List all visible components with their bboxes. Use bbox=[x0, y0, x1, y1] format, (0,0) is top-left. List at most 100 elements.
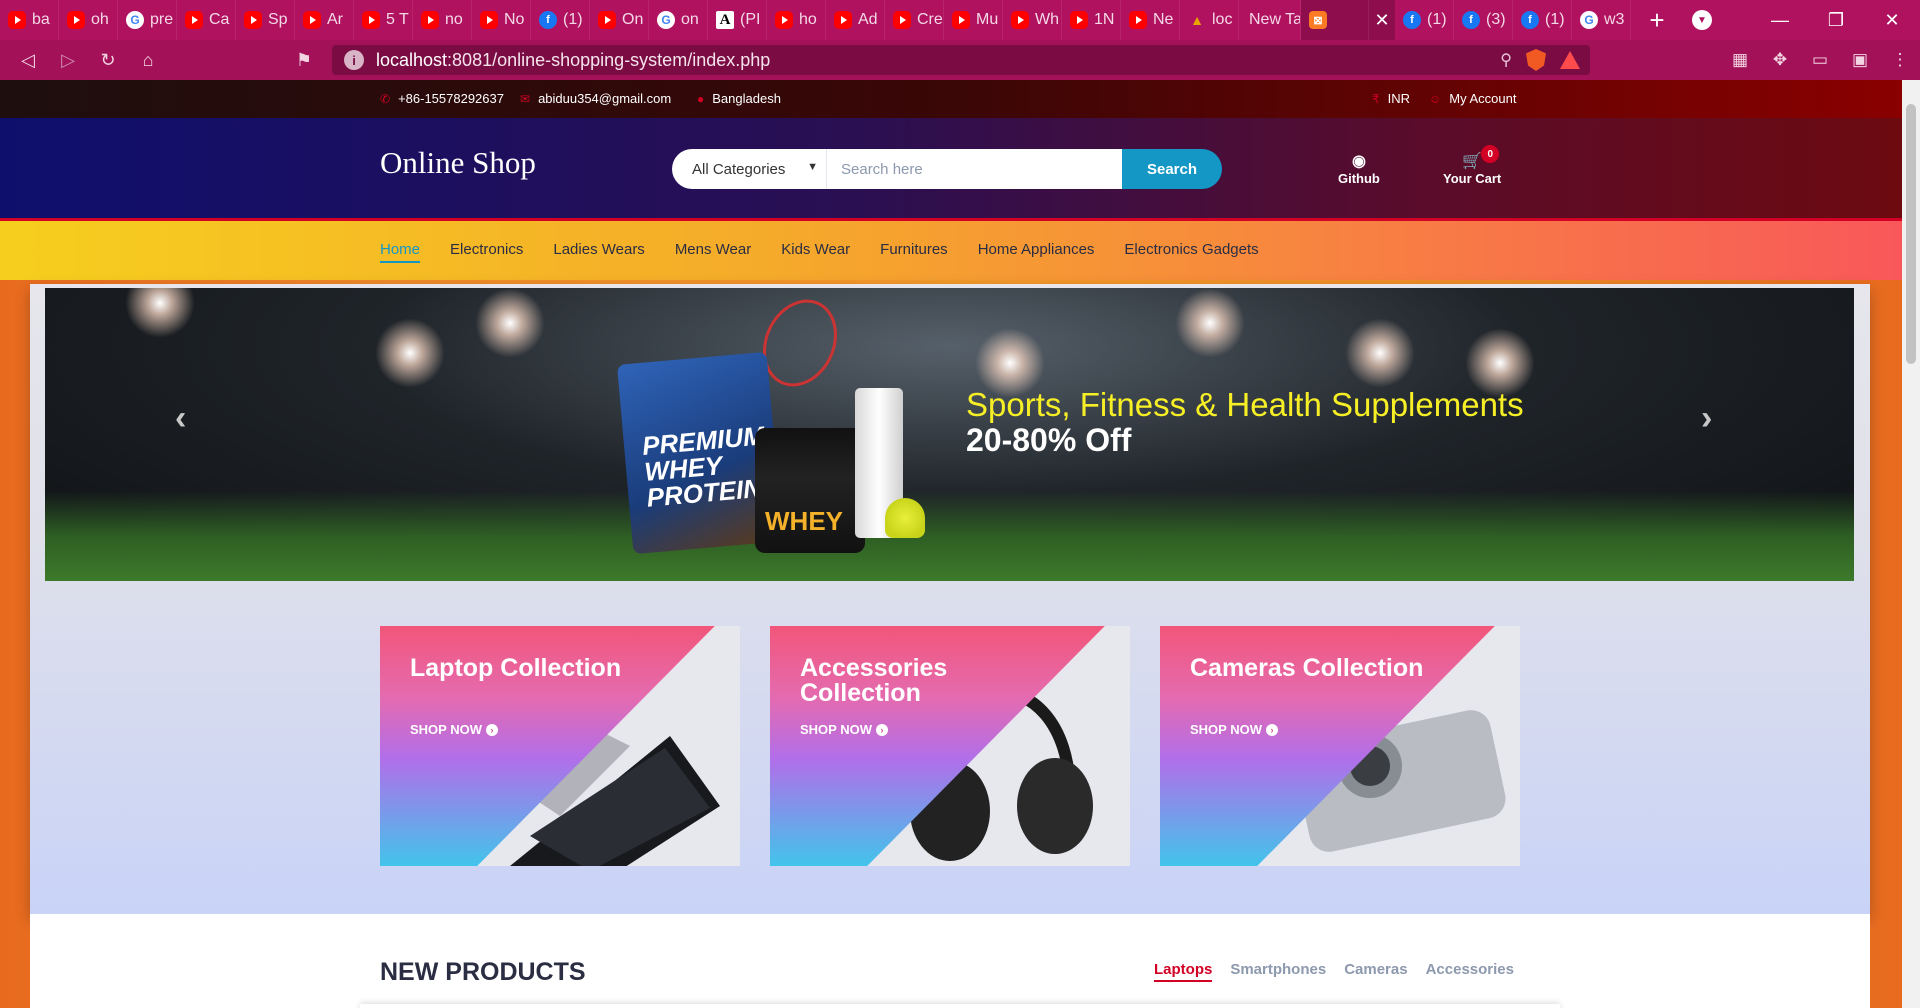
restore-icon[interactable]: ❐ bbox=[1808, 0, 1864, 40]
page-scrollbar[interactable] bbox=[1902, 80, 1920, 1008]
browser-tab[interactable]: Mu bbox=[944, 0, 1003, 40]
browser-tab[interactable]: Cre bbox=[885, 0, 944, 40]
tab-label: (3) bbox=[1486, 11, 1506, 28]
home-icon[interactable]: ⌂ bbox=[128, 40, 168, 80]
browser-tab[interactable]: f (1) bbox=[1513, 0, 1572, 40]
page-content: PREMIUM WHEY PROTEIN+ WHEY Sports, Fitne… bbox=[30, 284, 1870, 914]
browser-tab[interactable]: Ca bbox=[177, 0, 236, 40]
location-info[interactable]: ● Bangladesh bbox=[697, 91, 781, 106]
url-text: localhost:8081/online-shopping-system/in… bbox=[376, 49, 771, 70]
browser-tab[interactable]: Gw3 bbox=[1572, 0, 1631, 40]
back-icon[interactable]: ◁ bbox=[8, 40, 48, 80]
section-title: NEW PRODUCTS bbox=[380, 958, 586, 986]
tab-label: 5 T bbox=[386, 11, 409, 28]
shop-now-link[interactable]: SHOP NOW › bbox=[1190, 722, 1278, 737]
nav-item-home-appliances[interactable]: Home Appliances bbox=[978, 241, 1095, 263]
nav-item-mens-wear[interactable]: Mens Wear bbox=[675, 241, 751, 263]
tab-new-tab[interactable]: New Ta bbox=[1239, 0, 1301, 40]
address-bar[interactable]: i localhost:8081/online-shopping-system/… bbox=[332, 45, 1590, 75]
phone-icon: ✆ bbox=[380, 91, 391, 106]
browser-tab[interactable]: Gpre bbox=[118, 0, 177, 40]
zoom-icon[interactable]: ⚲ bbox=[1500, 50, 1512, 70]
youtube-icon bbox=[952, 11, 970, 29]
reload-icon[interactable]: ↻ bbox=[88, 40, 128, 80]
rupee-icon: ₹ bbox=[1372, 91, 1380, 106]
wallet-icon[interactable]: ▣ bbox=[1840, 40, 1880, 80]
browser-tab[interactable]: No bbox=[472, 0, 531, 40]
close-window-icon[interactable]: ✕ bbox=[1864, 0, 1920, 40]
browser-tab[interactable]: ba bbox=[0, 0, 59, 40]
nav-item-kids-wear[interactable]: Kids Wear bbox=[781, 241, 850, 263]
close-tab-icon[interactable]: ✕ bbox=[1369, 0, 1395, 40]
sidebar-icon[interactable]: ▭ bbox=[1800, 40, 1840, 80]
brave-shields-icon[interactable] bbox=[1526, 49, 1546, 71]
browser-tab[interactable]: ho bbox=[767, 0, 826, 40]
browser-tab[interactable]: Ad bbox=[826, 0, 885, 40]
tab-active[interactable]: ⊠ bbox=[1301, 0, 1369, 40]
cart-link[interactable]: 🛒 Your Cart 0 bbox=[1443, 145, 1501, 186]
tab-label: 1N bbox=[1094, 11, 1115, 28]
extensions-puzzle-icon[interactable]: ✥ bbox=[1760, 40, 1800, 80]
youtube-icon bbox=[1011, 11, 1029, 29]
slider-prev-icon[interactable]: ‹ bbox=[175, 399, 186, 438]
tab-cameras[interactable]: Cameras bbox=[1344, 961, 1407, 982]
bookmark-icon[interactable]: ⚑ bbox=[284, 40, 324, 80]
tab-search-icon[interactable]: ▼ bbox=[1692, 10, 1712, 30]
nav-item-furnitures[interactable]: Furnitures bbox=[880, 241, 948, 263]
shop-now-link[interactable]: SHOP NOW › bbox=[800, 722, 888, 737]
browser-tab[interactable]: oh bbox=[59, 0, 118, 40]
browser-tab[interactable]: Ne bbox=[1121, 0, 1180, 40]
github-link[interactable]: ◉ Github bbox=[1338, 151, 1380, 186]
nav-item-electronics[interactable]: Electronics bbox=[450, 241, 523, 263]
slider-next-icon[interactable]: › bbox=[1701, 399, 1712, 438]
browser-tab[interactable]: f (1) bbox=[1395, 0, 1454, 40]
currency-link[interactable]: ₹ INR bbox=[1372, 91, 1410, 106]
tab-laptops[interactable]: Laptops bbox=[1154, 961, 1213, 982]
browser-tab[interactable]: 5 T bbox=[354, 0, 413, 40]
top-header: ✆ +86-15578292637 ✉ abiduu354@gmail.com … bbox=[0, 80, 1902, 118]
site-info-icon[interactable]: i bbox=[344, 50, 364, 70]
forward-icon[interactable]: ▷ bbox=[48, 40, 88, 80]
collection-title: Cameras Collection bbox=[1190, 654, 1424, 682]
new-tab-button[interactable]: + bbox=[1637, 0, 1677, 40]
browser-tab[interactable]: f (3) bbox=[1454, 0, 1513, 40]
nav-item-ladies-wears[interactable]: Ladies Wears bbox=[553, 241, 644, 263]
youtube-icon bbox=[303, 11, 321, 29]
shop-now-link[interactable]: SHOP NOW › bbox=[410, 722, 498, 737]
scrollbar-thumb[interactable] bbox=[1906, 104, 1916, 364]
browser-tab[interactable]: ▲ loc bbox=[1180, 0, 1239, 40]
tab-label: loc bbox=[1212, 11, 1233, 28]
site-logo[interactable]: Online Shop bbox=[380, 145, 536, 181]
collection-card-cameras[interactable]: Cameras Collection SHOP NOW › bbox=[1160, 626, 1520, 866]
menu-icon[interactable]: ⋮ bbox=[1880, 40, 1920, 80]
tab-label: oh bbox=[91, 11, 109, 28]
browser-tab[interactable]: Sp bbox=[236, 0, 295, 40]
collection-card-accessories[interactable]: Accessories Collection SHOP NOW › bbox=[770, 626, 1130, 866]
product-list-edge bbox=[360, 1004, 1560, 1008]
browser-tab[interactable]: Ar bbox=[295, 0, 354, 40]
collection-card-laptop[interactable]: Laptop Collection SHOP NOW › bbox=[380, 626, 740, 866]
phone-info[interactable]: ✆ +86-15578292637 bbox=[380, 91, 504, 106]
browser-tab[interactable]: Wh bbox=[1003, 0, 1062, 40]
extension-icon[interactable]: ▦ bbox=[1720, 40, 1760, 80]
browser-tab[interactable]: 1N bbox=[1062, 0, 1121, 40]
nav-item-home[interactable]: Home bbox=[380, 241, 421, 263]
category-select[interactable]: All Categories ▼ bbox=[672, 149, 827, 189]
my-account-link[interactable]: ☺ My Account bbox=[1429, 91, 1516, 106]
search-input[interactable]: Search here bbox=[827, 149, 1122, 189]
hero-slider: PREMIUM WHEY PROTEIN+ WHEY Sports, Fitne… bbox=[45, 288, 1854, 581]
nav-item-electronics-gadgets[interactable]: Electronics Gadgets bbox=[1124, 241, 1258, 263]
browser-tab[interactable]: no bbox=[413, 0, 472, 40]
tab-smartphones[interactable]: Smartphones bbox=[1230, 961, 1326, 982]
search-button[interactable]: Search bbox=[1122, 149, 1222, 189]
envelope-icon: ✉ bbox=[520, 91, 531, 106]
minimize-icon[interactable]: — bbox=[1752, 0, 1808, 40]
brave-rewards-icon[interactable] bbox=[1560, 51, 1580, 69]
browser-tab[interactable]: Gon bbox=[649, 0, 708, 40]
browser-tab[interactable]: A (PI bbox=[708, 0, 767, 40]
browser-tab[interactable]: On bbox=[590, 0, 649, 40]
slide-subtitle: 20-80% Off bbox=[966, 422, 1132, 458]
tab-accessories[interactable]: Accessories bbox=[1426, 961, 1514, 982]
browser-tab[interactable]: f (1) bbox=[531, 0, 590, 40]
email-info[interactable]: ✉ abiduu354@gmail.com bbox=[520, 91, 671, 106]
